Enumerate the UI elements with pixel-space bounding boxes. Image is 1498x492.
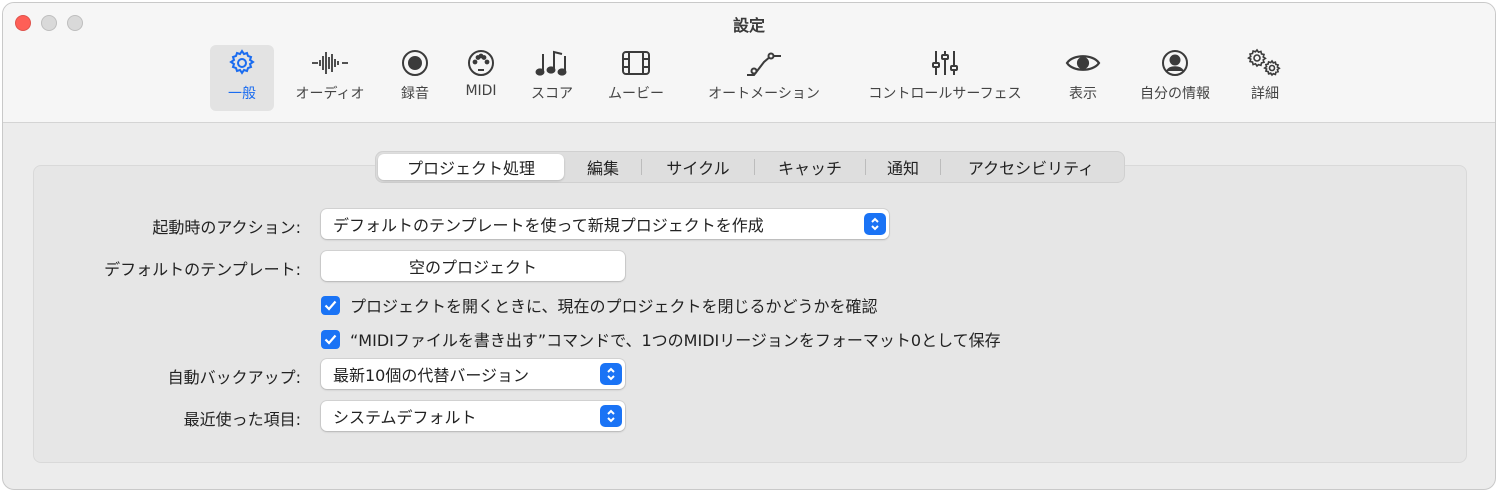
toolbar-item-general[interactable]: 一般 (210, 45, 274, 111)
titlebar: 設定 一般 オーディオ 録音 MIDI スコア ムービー オートメーション コン… (3, 3, 1495, 123)
recent-items-value: システムデフォルト (333, 408, 477, 427)
midi-port-icon (466, 45, 496, 81)
toolbar-label-general: 一般 (228, 86, 256, 102)
toolbar-item-midi[interactable]: MIDI (459, 45, 503, 111)
eye-icon (1064, 45, 1102, 81)
gears-icon (1245, 45, 1285, 81)
toolbar-item-movie[interactable]: ムービー (600, 45, 672, 111)
tab-accessibility[interactable]: アクセシビリティ (941, 154, 1121, 180)
midi-export-checkbox[interactable] (321, 329, 340, 349)
toolbar-item-automation[interactable]: オートメーション (696, 45, 832, 111)
toolbar-item-score[interactable]: スコア (524, 45, 580, 111)
record-icon (400, 45, 430, 81)
sliders-icon (928, 45, 962, 81)
toolbar-item-record[interactable]: 録音 (393, 45, 437, 111)
toolbar-item-my-info[interactable]: 自分の情報 (1129, 45, 1221, 111)
person-icon (1160, 45, 1190, 81)
gear-icon (227, 45, 257, 81)
toolbar-label-control-surfaces: コントロールサーフェス (868, 86, 1022, 102)
window-title: 設定 (732, 16, 765, 35)
toolbar-label-display: 表示 (1069, 86, 1097, 102)
toolbar-item-display[interactable]: 表示 (1059, 45, 1107, 111)
midi-export-row[interactable]: “MIDIファイルを書き出す”コマンドで、1つのMIDIリージョンをフォーマット… (321, 327, 1001, 351)
startup-action-label: 起動時のアクション: (152, 218, 301, 237)
tab-bar: プロジェクト処理 編集 サイクル キャッチ 通知 アクセシビリティ (375, 151, 1125, 183)
music-notes-icon (534, 45, 570, 81)
toolbar-label-audio: オーディオ (295, 86, 365, 102)
chevron-updown-icon (600, 405, 622, 427)
automation-icon (744, 45, 784, 81)
toolbar-label-score: スコア (531, 86, 573, 102)
midi-export-text: “MIDIファイルを書き出す”コマンドで、1つのMIDIリージョンをフォーマット… (350, 331, 1001, 350)
startup-action-popup[interactable]: デフォルトのテンプレートを使って新規プロジェクトを作成 (321, 209, 889, 239)
waveform-icon (310, 45, 350, 81)
startup-action-value: デフォルトのテンプレートを使って新規プロジェクトを作成 (333, 216, 764, 235)
auto-backup-popup[interactable]: 最新10個の代替バージョン (321, 359, 625, 389)
confirm-close-row[interactable]: プロジェクトを開くときに、現在のプロジェクトを閉じるかどうかを確認 (321, 293, 878, 317)
confirm-close-checkbox[interactable] (321, 295, 340, 315)
toolbar-label-movie: ムービー (608, 86, 664, 102)
toolbar-item-audio[interactable]: オーディオ (288, 45, 372, 111)
tab-cycle[interactable]: サイクル (642, 154, 754, 180)
toolbar-label-midi: MIDI (465, 83, 497, 99)
toolbar-label-record: 録音 (401, 86, 429, 102)
chevron-updown-icon (864, 213, 886, 235)
confirm-close-text: プロジェクトを開くときに、現在のプロジェクトを閉じるかどうかを確認 (350, 297, 878, 316)
default-template-label: デフォルトのテンプレート: (104, 260, 301, 279)
tab-notifications[interactable]: 通知 (866, 154, 940, 180)
recent-items-popup[interactable]: システムデフォルト (321, 401, 625, 431)
tab-catch[interactable]: キャッチ (755, 154, 865, 180)
toolbar-label-automation: オートメーション (708, 86, 820, 102)
auto-backup-label: 自動バックアップ: (167, 368, 301, 387)
chevron-updown-icon (600, 363, 622, 385)
toolbar-label-advanced: 詳細 (1251, 86, 1279, 102)
toolbar-item-control-surfaces[interactable]: コントロールサーフェス (853, 45, 1037, 111)
toolbar-label-my-info: 自分の情報 (1140, 86, 1210, 102)
auto-backup-value: 最新10個の代替バージョン (333, 366, 530, 385)
toolbar-item-advanced[interactable]: 詳細 (1241, 45, 1289, 111)
settings-window: 設定 一般 オーディオ 録音 MIDI スコア ムービー オートメーション コン… (2, 2, 1496, 490)
recent-items-label: 最近使った項目: (183, 410, 301, 429)
tab-editing[interactable]: 編集 (565, 154, 641, 180)
film-icon (620, 45, 652, 81)
tab-project-handling[interactable]: プロジェクト処理 (378, 154, 564, 180)
default-template-button[interactable]: 空のプロジェクト (321, 251, 625, 281)
